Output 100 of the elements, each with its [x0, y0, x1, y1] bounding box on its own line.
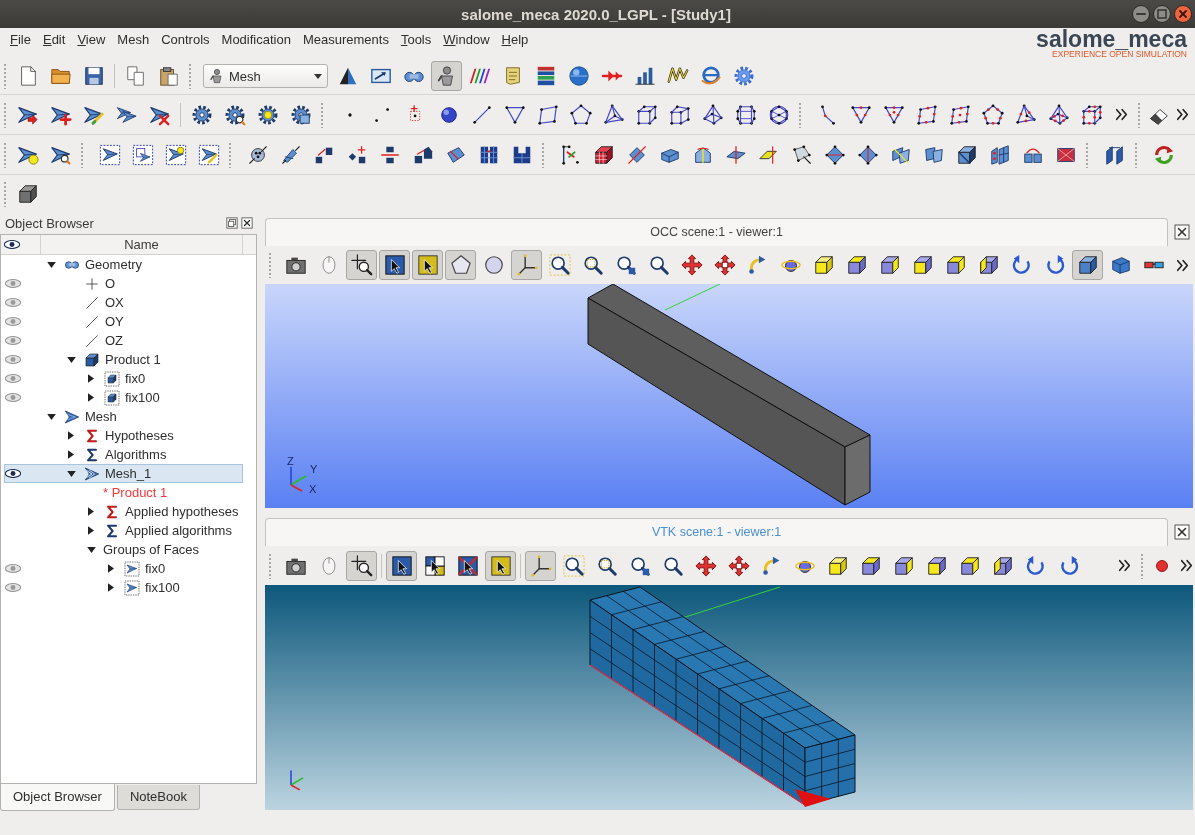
- parallel-planes-icon[interactable]: [1103, 143, 1126, 166]
- toolbar-button[interactable]: [379, 250, 410, 280]
- tree-item[interactable]: Groups of Faces: [4, 540, 243, 559]
- cube-split-icon[interactable]: [955, 143, 978, 166]
- tetrahedron-icon[interactable]: [602, 103, 625, 126]
- tree-item[interactable]: Hypotheses: [4, 426, 243, 445]
- plane-cut-icon[interactable]: [625, 143, 648, 166]
- tree-item[interactable]: Applied algorithms: [4, 521, 243, 540]
- quadratic-hexahedron-icon[interactable]: [1080, 103, 1103, 126]
- close-icon[interactable]: [241, 217, 253, 229]
- caret-right-icon[interactable]: [68, 450, 74, 459]
- tree-item[interactable]: Mesh_1: [4, 464, 243, 483]
- close-icon[interactable]: [1173, 224, 1190, 240]
- viewport[interactable]: [265, 585, 1193, 810]
- more-icon[interactable]: [1177, 108, 1188, 121]
- more-icon[interactable]: [1115, 108, 1127, 121]
- caret-down-icon[interactable]: [86, 546, 96, 553]
- plane-symmetry-icon[interactable]: [757, 143, 780, 166]
- caret-down-icon[interactable]: [66, 470, 76, 477]
- gear-blocks-icon[interactable]: [289, 103, 312, 126]
- toolbar-button[interactable]: [386, 550, 417, 581]
- menu-item[interactable]: Measurements: [296, 28, 395, 48]
- toolbar-button[interactable]: [511, 250, 542, 280]
- close-icon[interactable]: [1173, 524, 1190, 540]
- quadratic-pyramid-icon[interactable]: [1047, 103, 1070, 126]
- group-copy-icon[interactable]: [131, 143, 154, 166]
- tree-item[interactable]: O: [4, 274, 243, 293]
- toolbar-button[interactable]: [1072, 250, 1103, 280]
- tree-item[interactable]: OX: [4, 293, 243, 312]
- grid-columns-icon[interactable]: [477, 143, 500, 166]
- polyhedron-icon[interactable]: [767, 103, 790, 126]
- toolbar-button[interactable]: [485, 550, 516, 581]
- minimize-icon[interactable]: [1132, 5, 1150, 23]
- toolbar-button[interactable]: [346, 550, 377, 581]
- hexahedron-icon[interactable]: [635, 103, 658, 126]
- prism-icon[interactable]: [668, 103, 691, 126]
- diamond-icon[interactable]: [823, 143, 846, 166]
- tree-item[interactable]: OZ: [4, 331, 243, 350]
- quad-handle-icon[interactable]: [790, 143, 813, 166]
- menu-item[interactable]: Help: [495, 28, 535, 48]
- toolbar-button[interactable]: [346, 250, 377, 280]
- tab[interactable]: Object Browser: [0, 784, 115, 811]
- tree-item[interactable]: Algorithms: [4, 445, 243, 464]
- quadratic-quadrangle-icon[interactable]: [915, 103, 938, 126]
- triangle-icon[interactable]: [503, 103, 526, 126]
- sphere-arrows-icon[interactable]: [246, 143, 269, 166]
- caret-right-icon[interactable]: [88, 393, 94, 402]
- box-icon[interactable]: [16, 182, 39, 205]
- caret-right-icon[interactable]: [108, 583, 114, 592]
- menu-item[interactable]: Tools: [394, 28, 438, 48]
- tree-item[interactable]: fix0: [4, 559, 243, 578]
- overlapping-squares-icon[interactable]: [226, 217, 238, 229]
- paste-icon[interactable]: [157, 65, 180, 87]
- caret-down-icon[interactable]: [46, 413, 56, 420]
- gear-icon[interactable]: [190, 103, 213, 126]
- quadratic-pentagon-icon[interactable]: [981, 103, 1004, 126]
- caret-right-icon[interactable]: [108, 564, 114, 573]
- toolbar-button[interactable]: [525, 550, 556, 581]
- more-icon[interactable]: [1177, 258, 1188, 272]
- diamond-split-icon[interactable]: [856, 143, 879, 166]
- group-pencil-icon[interactable]: [197, 143, 220, 166]
- caret-right-icon[interactable]: [88, 526, 94, 535]
- gear-disc-icon[interactable]: [256, 103, 279, 126]
- wall-split-icon[interactable]: [988, 143, 1011, 166]
- tree-item[interactable]: fix100: [4, 578, 243, 597]
- hexagonal-prism-icon[interactable]: [734, 103, 757, 126]
- tree-item[interactable]: Mesh: [4, 407, 243, 426]
- pyramid-icon[interactable]: [701, 103, 724, 126]
- eye-icon[interactable]: [5, 469, 21, 478]
- menu-item[interactable]: Window: [437, 28, 496, 48]
- segment-icon[interactable]: [470, 103, 493, 126]
- tree-item[interactable]: fix100: [4, 388, 243, 407]
- menu-item[interactable]: Mesh: [111, 28, 156, 48]
- maximize-icon[interactable]: [1153, 5, 1171, 23]
- toolbar-button[interactable]: [445, 250, 476, 280]
- plane-line-icon[interactable]: [724, 143, 747, 166]
- quadrangle-icon[interactable]: [536, 103, 559, 126]
- viewport[interactable]: Z Y X: [265, 284, 1193, 508]
- pin-icon[interactable]: [279, 143, 302, 166]
- toolbar-button[interactable]: [412, 250, 443, 280]
- menu-item[interactable]: View: [71, 28, 112, 48]
- save-icon[interactable]: [82, 65, 105, 87]
- tree-item[interactable]: Geometry: [4, 255, 243, 274]
- biquadratic-quadrangle-icon[interactable]: [948, 103, 971, 126]
- tree-item[interactable]: Product 1: [4, 350, 243, 369]
- caret-down-icon[interactable]: [66, 356, 76, 363]
- viewer-tab[interactable]: OCC scene:1 - viewer:1: [265, 218, 1168, 246]
- pentagon-icon[interactable]: [569, 103, 592, 126]
- more-icon[interactable]: [1118, 559, 1130, 572]
- caret-right-icon[interactable]: [68, 431, 74, 440]
- module-combobox[interactable]: Mesh: [203, 64, 328, 88]
- refresh-icon[interactable]: [1152, 143, 1175, 166]
- gear-magnifier-icon[interactable]: [223, 103, 246, 126]
- quadratic-triangle-icon[interactable]: [849, 103, 872, 126]
- group-icon[interactable]: [98, 143, 121, 166]
- nodes-swap-icon[interactable]: [559, 143, 582, 166]
- tree-item[interactable]: OY: [4, 312, 243, 331]
- copy-icon[interactable]: [124, 65, 147, 87]
- menu-item[interactable]: File: [4, 28, 37, 48]
- cube-grid-icon[interactable]: [592, 143, 615, 166]
